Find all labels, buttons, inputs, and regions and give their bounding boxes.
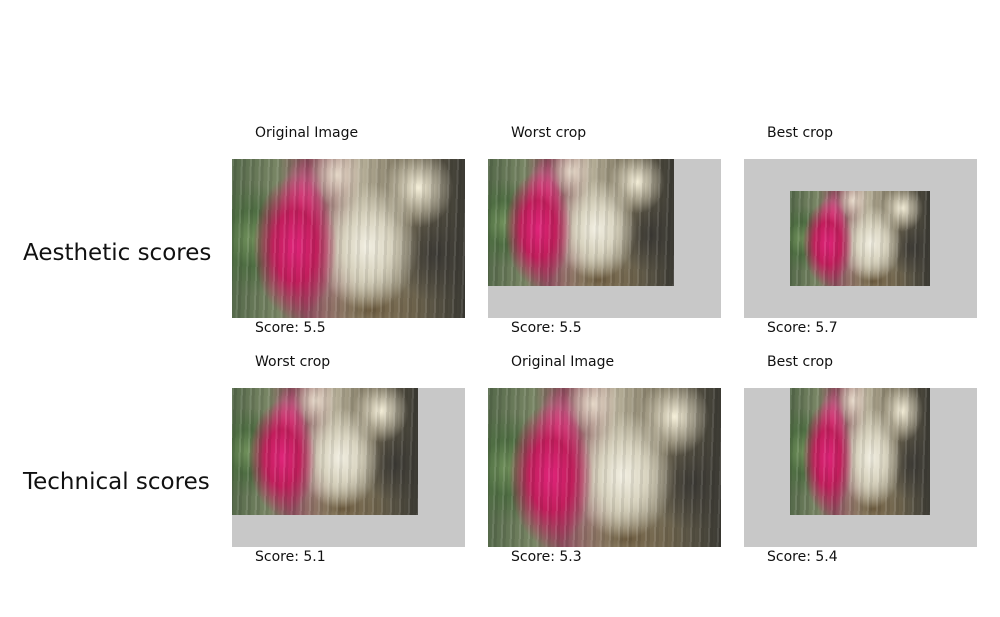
cave-photo-crop (790, 388, 930, 515)
image-frame (488, 159, 721, 318)
panel-score: Score: 5.1 (255, 549, 326, 565)
panel-score: Score: 5.3 (511, 549, 582, 565)
panel-caption: Original Image (255, 125, 359, 141)
panel-score: Score: 5.4 (767, 549, 838, 565)
panel-caption: Worst crop (511, 125, 587, 141)
panel-score: Score: 5.5 (255, 320, 326, 336)
image-frame (232, 388, 465, 547)
cave-photo-crop (790, 191, 930, 286)
image-frame (744, 388, 977, 547)
panel-caption: Best crop (767, 354, 834, 370)
panel-caption: Best crop (767, 125, 834, 141)
image-frame (232, 159, 465, 318)
panel-caption: Worst crop (255, 354, 331, 370)
image-frame (488, 388, 721, 547)
cave-photo (488, 388, 721, 547)
row-label-aesthetic: Aesthetic scores (23, 240, 212, 266)
cave-photo (232, 159, 465, 318)
row-label-technical: Technical scores (23, 469, 210, 495)
image-frame (744, 159, 977, 318)
panel-score: Score: 5.7 (767, 320, 838, 336)
cave-photo-crop (488, 159, 674, 286)
panel-score: Score: 5.5 (511, 320, 582, 336)
cave-photo-crop (232, 388, 418, 515)
panel-caption: Original Image (511, 354, 615, 370)
